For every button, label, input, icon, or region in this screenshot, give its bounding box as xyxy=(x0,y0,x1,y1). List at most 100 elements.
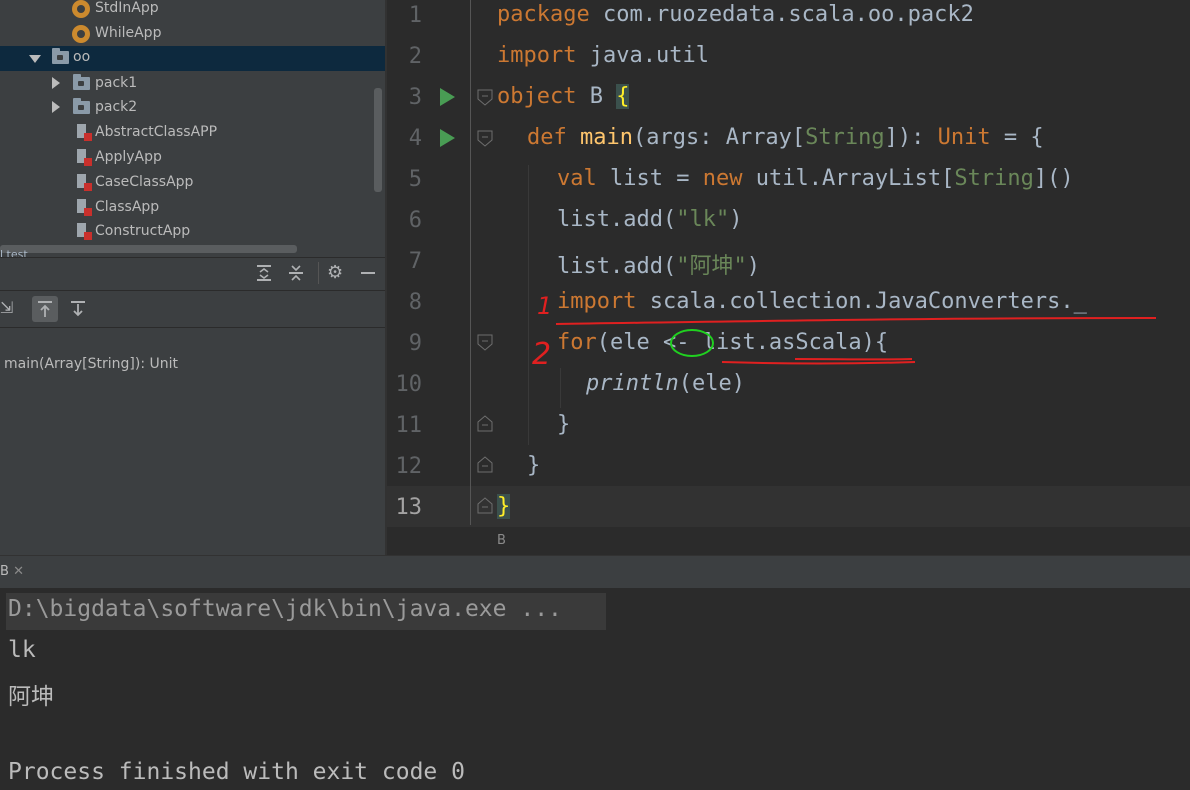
code-token: B xyxy=(576,84,617,109)
tree-item-label: oo xyxy=(73,49,91,65)
line-number: 2 xyxy=(408,44,422,69)
line-number: 12 xyxy=(395,454,423,479)
structure-item-main[interactable]: main(Array[String]): Unit xyxy=(4,356,178,372)
run-main-icon[interactable] xyxy=(440,129,455,147)
code-line-4[interactable]: def main(args: Array[String]): Unit = { xyxy=(527,125,1044,150)
line-number: 11 xyxy=(395,413,423,438)
gear-icon[interactable]: ⚙ xyxy=(327,262,343,283)
code-line-2[interactable]: import java.util xyxy=(497,43,709,68)
line-number: 9 xyxy=(408,331,422,356)
type-token: Unit xyxy=(937,125,991,150)
collapse-arrow-icon[interactable] xyxy=(52,77,60,89)
tree-item-label: ApplyApp xyxy=(95,149,162,165)
string-token: "阿坤" xyxy=(676,254,747,279)
line-number: 1 xyxy=(408,3,422,28)
tree-item-classapp[interactable]: ClassApp xyxy=(0,196,385,221)
console-command-line[interactable]: D:\bigdata\software\jdk\bin\java.exe ... xyxy=(8,596,562,622)
code-token: (args: Array[ xyxy=(632,125,806,150)
line-number: 10 xyxy=(395,372,423,397)
type-token: String xyxy=(805,125,885,150)
tree-item-label: ClassApp xyxy=(95,199,160,215)
run-tab-label: B xyxy=(0,564,9,579)
code-token: ]() xyxy=(1033,166,1074,191)
code-line-5[interactable]: val list = new util.ArrayList[String]() xyxy=(557,166,1074,191)
code-line-11[interactable]: } xyxy=(557,412,570,437)
code-line-3[interactable]: object B { xyxy=(497,84,630,109)
expand-arrow-icon[interactable] xyxy=(29,55,41,63)
panel-divider xyxy=(0,290,385,291)
string-token: "lk" xyxy=(676,207,730,232)
code-token: ]): xyxy=(884,125,938,150)
code-token: util.ArrayList[ xyxy=(742,166,955,191)
code-token: scala.collection.JavaConverters._ xyxy=(636,289,1087,314)
tree-item-label: StdInApp xyxy=(95,0,159,16)
panel-splitter[interactable] xyxy=(385,0,387,555)
tree-item-label: WhileApp xyxy=(95,25,162,41)
code-token: ) xyxy=(729,207,743,232)
keyword-token: new xyxy=(702,166,743,191)
fold-open-icon[interactable] xyxy=(477,334,493,351)
code-line-9[interactable]: for(ele <- list.asScala){ xyxy=(557,330,888,355)
fold-close-icon[interactable] xyxy=(477,497,493,514)
tree-item-label: pack1 xyxy=(95,75,138,91)
code-line-12[interactable]: } xyxy=(527,453,540,478)
scala-object-icon xyxy=(72,25,90,43)
tree-item-constructapp[interactable]: ConstructApp xyxy=(0,220,385,245)
tree-item-caseclassapp[interactable]: CaseClassApp xyxy=(0,171,385,196)
scala-file-icon xyxy=(75,149,92,167)
expand-all-icon[interactable] xyxy=(256,264,272,286)
package-folder-icon xyxy=(73,74,90,90)
collapse-all-icon[interactable] xyxy=(288,264,304,286)
tree-item-pack1[interactable]: pack1 xyxy=(0,72,385,97)
line-number: 5 xyxy=(408,167,422,192)
sort-icon[interactable]: ⇲ xyxy=(0,298,13,317)
keyword-token: import xyxy=(557,289,637,314)
line-number: 8 xyxy=(408,290,422,315)
tree-item-label: pack2 xyxy=(95,99,138,115)
minimize-icon[interactable] xyxy=(361,272,375,274)
code-line-8[interactable]: import scala.collection.JavaConverters._ xyxy=(557,289,1087,314)
tree-item-abstractclassapp[interactable]: AbstractClassAPP xyxy=(0,121,385,146)
tree-item-oo[interactable]: oo xyxy=(0,46,385,71)
code-line-10[interactable]: println(ele) xyxy=(586,371,745,396)
fold-open-icon[interactable] xyxy=(477,89,493,106)
line-number: 4 xyxy=(408,126,422,151)
keyword-token: val xyxy=(557,166,597,191)
tree-item-applyapp[interactable]: ApplyApp xyxy=(0,146,385,171)
collapse-arrow-icon[interactable] xyxy=(52,101,60,113)
function-token: println xyxy=(586,371,679,396)
code-token: list.add( xyxy=(557,254,677,279)
gutter-separator xyxy=(470,0,471,525)
console-output-line: 阿坤 xyxy=(8,684,54,710)
console-exit-line: Process finished with exit code 0 xyxy=(8,759,465,785)
fold-open-icon[interactable] xyxy=(477,130,493,147)
tree-item-label: ConstructApp xyxy=(95,223,191,239)
tree-item-stdinapp[interactable]: StdInApp xyxy=(0,0,385,22)
run-object-icon[interactable] xyxy=(440,88,455,106)
package-folder-icon xyxy=(52,48,69,64)
code-token: } xyxy=(557,412,571,437)
tree-item-pack2[interactable]: pack2 xyxy=(0,96,385,121)
tree-item-label: AbstractClassAPP xyxy=(95,124,218,140)
autoscroll-from-source-icon[interactable] xyxy=(68,298,88,324)
package-folder-icon xyxy=(73,98,90,114)
code-line-1[interactable]: package com.ruozedata.scala.oo.pack2 xyxy=(497,2,974,27)
code-line-6[interactable]: list.add("lk") xyxy=(557,207,742,232)
run-tab[interactable]: B ✕ xyxy=(0,564,24,579)
close-icon[interactable]: ✕ xyxy=(13,564,24,579)
tree-vertical-scrollbar[interactable] xyxy=(374,88,382,192)
code-line-13[interactable]: } xyxy=(497,494,511,519)
function-token: main xyxy=(566,125,633,150)
tree-item-whileapp[interactable]: WhileApp xyxy=(0,22,385,47)
code-token: (ele) xyxy=(678,371,745,396)
code-token: (ele <- list.asScala){ xyxy=(596,330,889,355)
line-number: 7 xyxy=(408,249,422,274)
editor-breadcrumb[interactable]: B xyxy=(497,533,506,548)
code-line-7[interactable]: list.add("阿坤") xyxy=(557,248,760,280)
tree-horizontal-scrollbar[interactable] xyxy=(0,245,297,253)
code-token: list.add( xyxy=(557,207,677,232)
code-token: java.util xyxy=(576,43,709,68)
fold-close-icon[interactable] xyxy=(477,456,493,473)
autoscroll-to-source-button[interactable] xyxy=(32,296,58,322)
fold-close-icon[interactable] xyxy=(477,415,493,432)
